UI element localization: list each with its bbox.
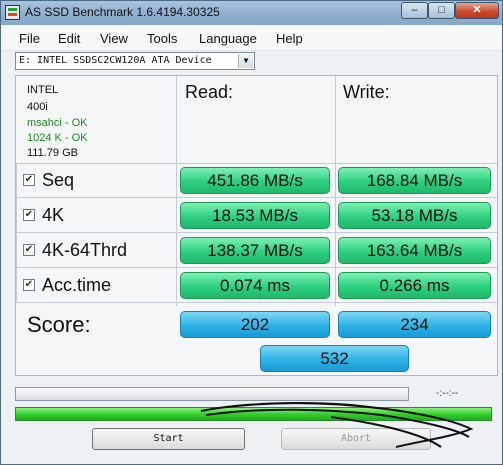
acctime-read-value: 0.074 ms bbox=[180, 272, 330, 299]
drive-capacity: 111.79 GB bbox=[27, 147, 78, 159]
4k64-checkbox[interactable]: ✔ bbox=[23, 244, 35, 256]
menu-language[interactable]: Language bbox=[199, 31, 257, 46]
write-column-header: Write: bbox=[343, 82, 390, 102]
check-icon: ✔ bbox=[24, 174, 34, 185]
check-icon: ✔ bbox=[24, 279, 34, 290]
row-divider bbox=[16, 232, 497, 233]
minimize-button[interactable]: – bbox=[401, 2, 428, 19]
title-bar[interactable]: AS SSD Benchmark 1.6.4194.30325 – □ ✕ bbox=[1, 1, 502, 25]
menu-view[interactable]: View bbox=[100, 31, 128, 46]
menu-help[interactable]: Help bbox=[276, 31, 303, 46]
seq-write-value: 168.84 MB/s bbox=[338, 167, 491, 194]
4k64-read-value: 138.37 MB/s bbox=[180, 237, 330, 264]
row-label-acctime: Acc.time bbox=[42, 275, 112, 295]
row-divider bbox=[16, 163, 497, 164]
read-column-header: Read: bbox=[185, 82, 234, 102]
drive-info: INTEL 400i msahci - OK 1024 K - OK 111.7… bbox=[21, 80, 173, 160]
check-icon: ✔ bbox=[24, 244, 34, 255]
chevron-down-icon[interactable]: ▼ bbox=[238, 54, 253, 68]
drive-vendor: INTEL bbox=[27, 84, 59, 96]
4k64-write-value: 163.64 MB/s bbox=[338, 237, 491, 264]
maximize-button[interactable]: □ bbox=[428, 2, 455, 19]
score-label: Score: bbox=[27, 312, 91, 337]
seq-checkbox[interactable]: ✔ bbox=[23, 174, 35, 186]
device-select[interactable]: E: INTEL SSDSC2CW120A ATA Device ▼ bbox=[15, 52, 255, 70]
overall-progress-bar bbox=[15, 407, 492, 421]
close-button[interactable]: ✕ bbox=[455, 2, 499, 19]
row-divider bbox=[16, 302, 497, 303]
alignment-status: 1024 K - OK bbox=[27, 132, 88, 144]
test-progress-bar bbox=[15, 387, 409, 401]
check-icon: ✔ bbox=[24, 209, 34, 220]
menu-bar: File Edit View Tools Language Help bbox=[1, 26, 502, 51]
write-score: 234 bbox=[338, 311, 491, 338]
4k-write-value: 53.18 MB/s bbox=[338, 202, 491, 229]
driver-status: msahci - OK bbox=[27, 117, 88, 129]
elapsed-time: -:--:-- bbox=[436, 388, 459, 399]
start-button[interactable]: Start bbox=[92, 428, 245, 450]
4k-checkbox[interactable]: ✔ bbox=[23, 209, 35, 221]
row-divider bbox=[16, 197, 497, 198]
window-title: AS SSD Benchmark 1.6.4194.30325 bbox=[25, 5, 220, 19]
column-divider bbox=[16, 164, 17, 302]
seq-read-value: 451.86 MB/s bbox=[180, 167, 330, 194]
menu-edit[interactable]: Edit bbox=[58, 31, 80, 46]
device-select-value: E: INTEL SSDSC2CW120A ATA Device bbox=[19, 55, 212, 66]
read-score: 202 bbox=[180, 311, 330, 338]
app-window: AS SSD Benchmark 1.6.4194.30325 – □ ✕ Fi… bbox=[0, 0, 503, 465]
total-score: 532 bbox=[260, 345, 409, 372]
column-divider bbox=[176, 76, 177, 306]
4k-read-value: 18.53 MB/s bbox=[180, 202, 330, 229]
row-divider bbox=[16, 267, 497, 268]
row-label-seq: Seq bbox=[42, 170, 75, 190]
row-label-4k: 4K bbox=[42, 205, 65, 225]
abort-button[interactable]: Abort bbox=[281, 428, 431, 450]
overall-progress-fill bbox=[16, 408, 491, 420]
row-label-4k64: 4K-64Thrd bbox=[42, 240, 128, 260]
drive-firmware: 400i bbox=[27, 101, 48, 113]
menu-file[interactable]: File bbox=[19, 31, 40, 46]
menu-tools[interactable]: Tools bbox=[147, 31, 177, 46]
column-divider bbox=[335, 76, 336, 306]
acctime-write-value: 0.266 ms bbox=[338, 272, 491, 299]
app-icon bbox=[5, 5, 20, 20]
acctime-checkbox[interactable]: ✔ bbox=[23, 279, 35, 291]
